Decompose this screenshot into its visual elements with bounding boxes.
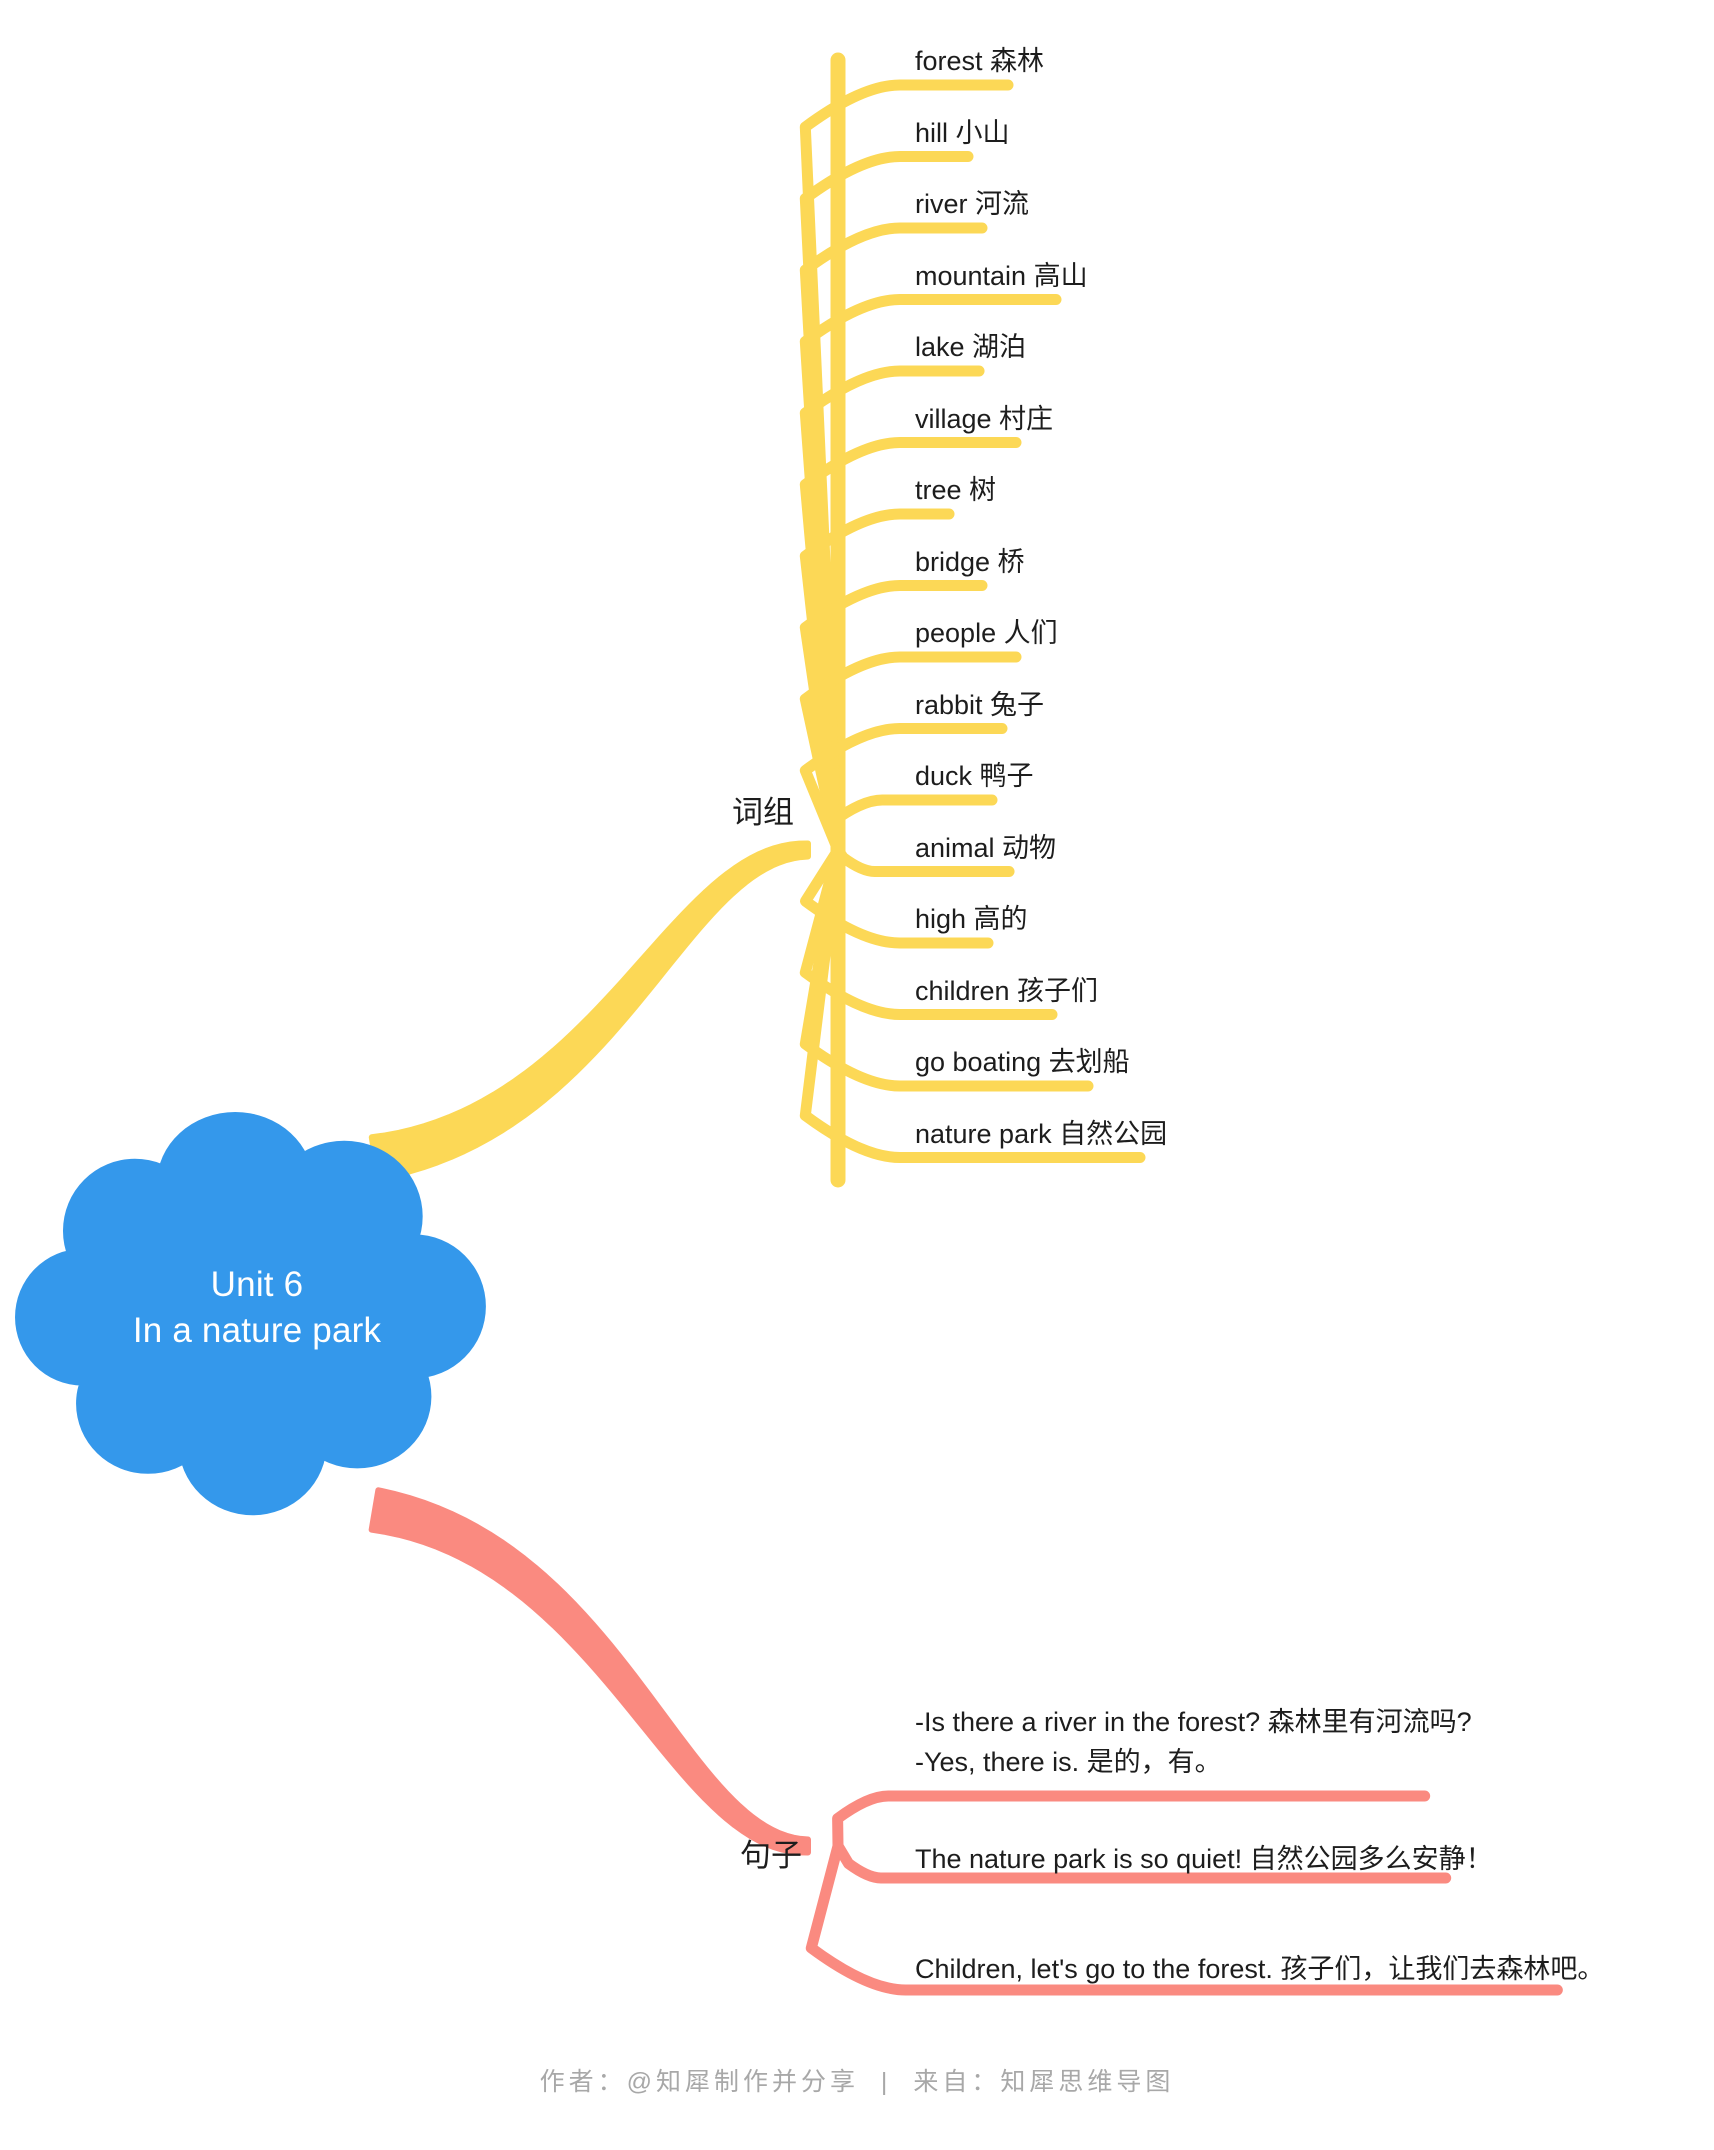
branch-trunk-phrases[interactable] — [368, 840, 811, 1182]
leaf-label[interactable]: animal 动物 — [915, 831, 1056, 865]
leaf-label[interactable]: village 村庄 — [915, 402, 1053, 436]
leaf-label[interactable]: river 河流 — [915, 187, 1029, 221]
leaf-label[interactable]: duck 鸭子 — [915, 759, 1034, 793]
leaf-label[interactable]: mountain 高山 — [915, 259, 1088, 293]
mindmap-canvas: Unit 6 In a nature park 词组 forest 森林 hill … — [0, 0, 1714, 2150]
leaf-label[interactable]: rabbit 兔子 — [915, 688, 1044, 722]
branch-label-sentences[interactable]: 句子 — [740, 1838, 802, 1874]
leaf-label[interactable]: people 人们 — [915, 616, 1058, 650]
leaf-label[interactable]: hill 小山 — [915, 116, 1010, 150]
leaf-label[interactable]: -Is there a river in the forest? 森林里有河流吗… — [915, 1702, 1472, 1782]
leaf-label[interactable]: The nature park is so quiet! 自然公园多么安静！ — [915, 1842, 1493, 1876]
mindmap-graphics — [15, 52, 1563, 1996]
root-node-label: Unit 6 In a nature park — [132, 1265, 382, 1350]
leaf-label[interactable]: bridge 桥 — [915, 545, 1025, 579]
leaf-label[interactable]: go boating 去划船 — [915, 1045, 1130, 1079]
leaf-label[interactable]: children 孩子们 — [915, 974, 1098, 1008]
leaf-label[interactable]: lake 湖泊 — [915, 330, 1026, 364]
leaf-label[interactable]: Children, let's go to the forest. 孩子们，让我… — [915, 1952, 1604, 1986]
footer-credit: 作者：@知犀制作并分享 | 来自：知犀思维导图 — [539, 2068, 1175, 2096]
leaf-label[interactable]: high 高的 — [915, 902, 1028, 936]
branch-trunk-sentences[interactable] — [368, 1487, 811, 1856]
leaf-label[interactable]: forest 森林 — [915, 44, 1044, 78]
leaf-label[interactable]: tree 树 — [915, 473, 996, 507]
leaf-label[interactable]: nature park 自然公园 — [915, 1117, 1167, 1151]
leaf-connector[interactable] — [832, 1790, 1431, 1852]
branch-label-phrases[interactable]: 词组 — [732, 795, 794, 831]
